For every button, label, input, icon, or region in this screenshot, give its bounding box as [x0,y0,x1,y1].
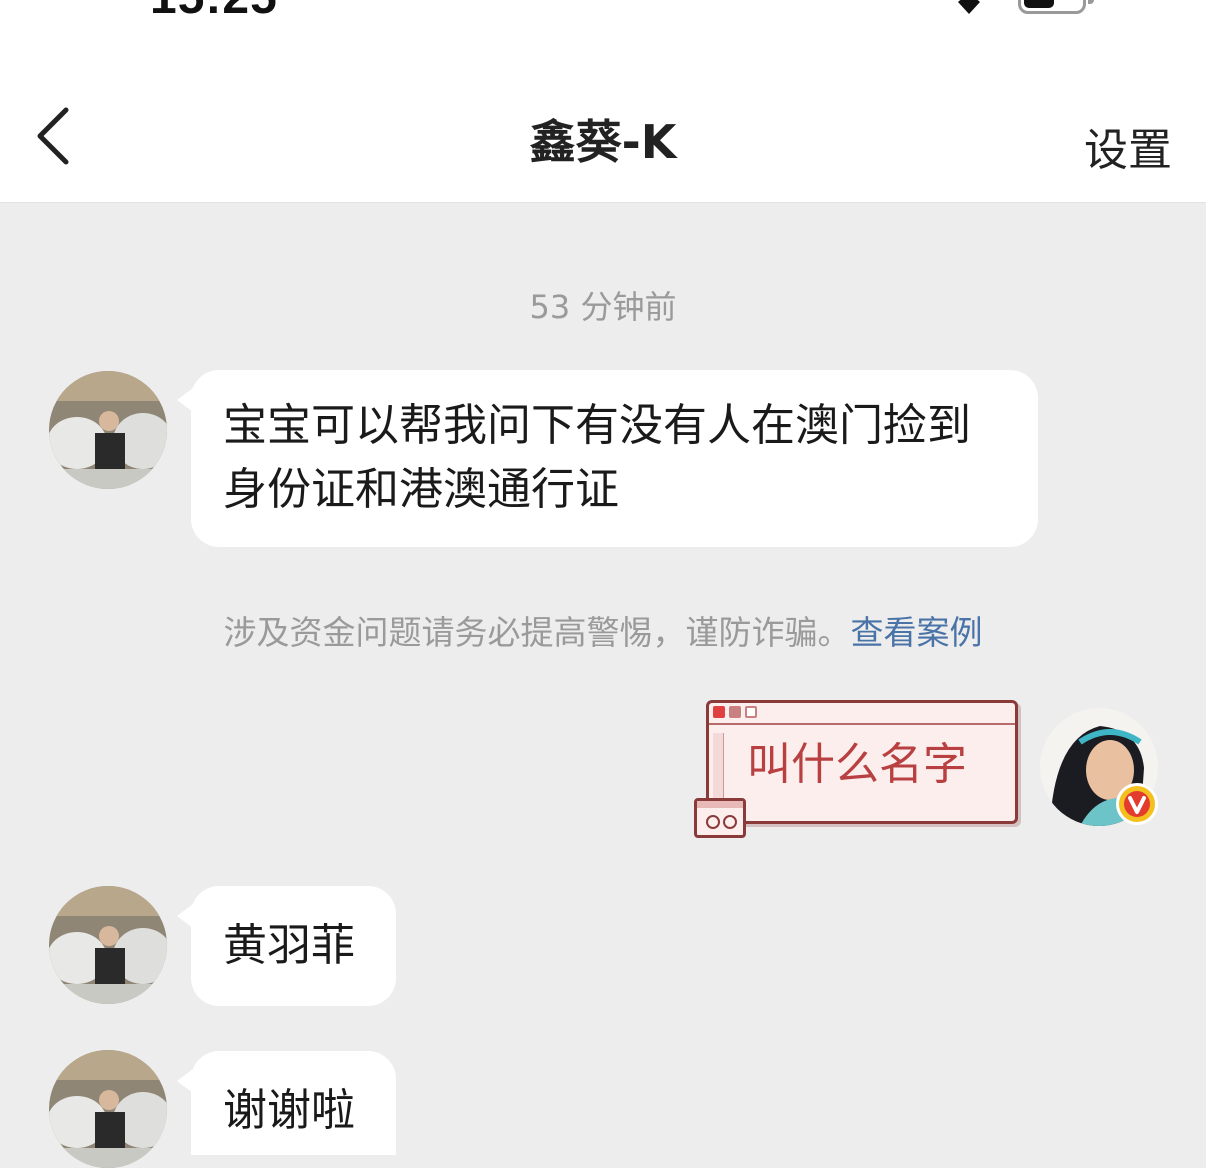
outgoing-message-bubble[interactable]: 叫什么名字 [706,700,1018,824]
wifi-icon [958,0,980,14]
bubble-titlebar [709,703,1015,725]
verified-badge-icon [1116,783,1158,825]
message-bubble[interactable]: 黄羽菲 [177,886,396,1006]
status-icons [860,0,1110,20]
status-time: 15:25 [150,0,278,25]
contact-avatar[interactable] [49,371,167,489]
contact-avatar[interactable] [49,1050,167,1168]
battery-icon [1018,0,1086,14]
contact-avatar[interactable] [49,886,167,1004]
maximize-decoration-icon [745,706,757,718]
minimize-decoration-icon [729,706,741,718]
message-text: 黄羽菲 [223,920,355,971]
message-bubble[interactable]: 宝宝可以帮我问下有没有人在澳门捡到身份证和港澳通行证 [177,370,1038,547]
message-text: 叫什么名字 [747,739,967,790]
settings-button[interactable]: 设置 [1084,114,1172,178]
view-cases-link[interactable]: 查看案例 [851,613,983,652]
mini-window-decoration [694,798,746,838]
fraud-warning: 涉及资金问题请务必提高警惕，谨防诈骗。查看案例 [0,606,1206,654]
header: 15:25 鑫葵-K 设置 [0,0,1206,203]
message-text: 宝宝可以帮我问下有没有人在澳门捡到身份证和港澳通行证 [223,400,971,515]
message-text: 谢谢啦 [223,1085,355,1136]
close-decoration-icon [713,706,725,718]
message-bubble[interactable]: 谢谢啦 [177,1051,396,1155]
page-title: 鑫葵-K [529,115,677,169]
battery-tip [1088,0,1094,4]
message-timestamp: 53 分钟前 [529,288,677,326]
warning-text: 涉及资金问题请务必提高警惕，谨防诈骗。 [223,613,851,652]
